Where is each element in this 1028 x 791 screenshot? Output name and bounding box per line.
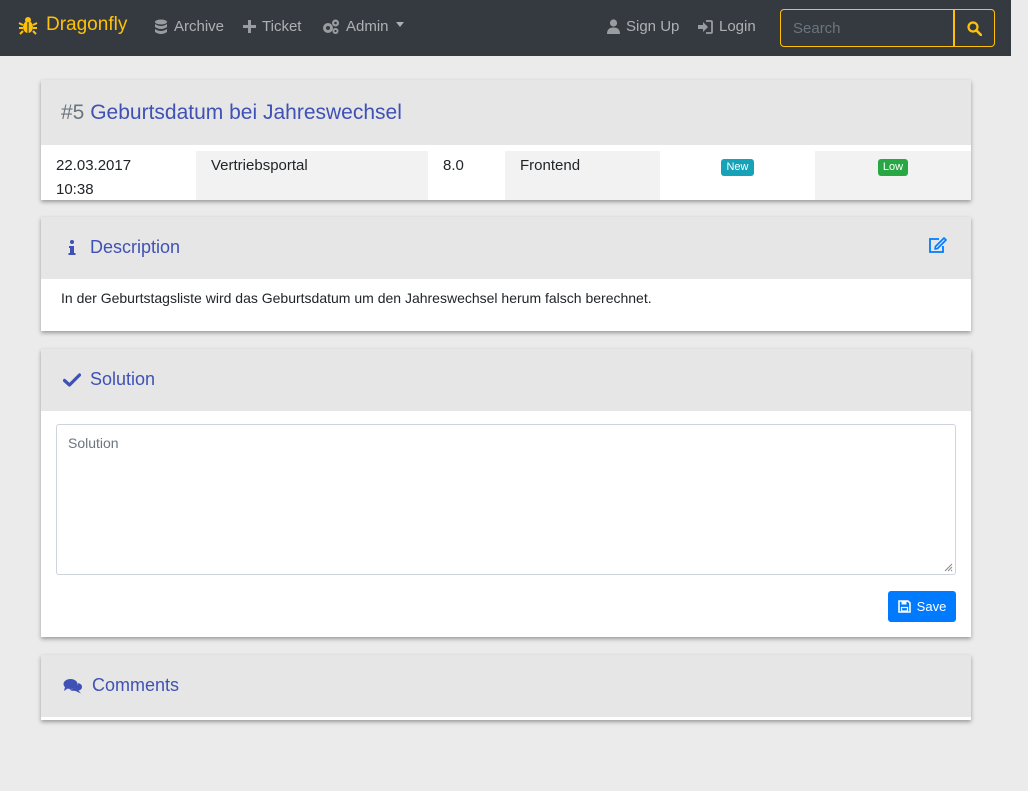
edit-description-button[interactable] (928, 237, 947, 259)
save-icon (897, 600, 911, 613)
status-badge: New (721, 159, 754, 176)
save-button[interactable]: Save (888, 591, 956, 622)
comments-icon (63, 678, 83, 693)
database-icon (155, 19, 167, 34)
comments-card: Comments (41, 655, 971, 720)
navbar: Dragonfly Archive Ticket Admin Sign Up L… (0, 0, 1011, 56)
ticket-title-text: Geburtsdatum bei Jahreswechsel (90, 101, 402, 124)
brand-link[interactable]: Dragonfly (18, 14, 127, 36)
nav-ticket-label: Ticket (262, 18, 302, 35)
description-heading-label: Description (90, 237, 181, 257)
solution-heading-label: Solution (90, 369, 156, 389)
nav-archive[interactable]: Archive (154, 18, 224, 35)
nav-archive-label: Archive (174, 18, 225, 35)
solution-header: Solution (41, 349, 971, 411)
solution-heading: Solution (63, 369, 155, 390)
search-icon (967, 20, 982, 36)
ticket-number: #5 (61, 101, 85, 124)
save-button-label: Save (916, 599, 947, 614)
edit-icon (929, 237, 947, 253)
ticket-time: 10:38 (56, 181, 94, 198)
solution-textarea[interactable] (56, 424, 956, 575)
nav-admin-dropdown[interactable]: Admin (322, 18, 404, 35)
brand-label: Dragonfly (46, 14, 128, 35)
ticket-meta-row: 22.03.2017 10:38 Vertriebsportal 8.0 Fro… (41, 151, 971, 200)
search-input[interactable] (780, 9, 954, 47)
ticket-version: 8.0 (443, 157, 464, 174)
nav-login[interactable]: Login (698, 18, 756, 35)
nav-login-label: Login (719, 18, 756, 35)
check-icon (63, 372, 81, 387)
ticket-date: 22.03.2017 (56, 157, 132, 174)
chevron-down-icon (395, 22, 404, 27)
solution-card: Solution Save (41, 349, 971, 637)
plus-icon (243, 20, 256, 33)
comments-heading: Comments (63, 675, 179, 696)
cogs-icon (323, 19, 339, 34)
nav-signup[interactable]: Sign Up (607, 18, 679, 35)
ticket-project: Vertriebsportal (196, 151, 428, 200)
search-button[interactable] (954, 9, 995, 47)
nav-signup-label: Sign Up (626, 18, 680, 35)
ticket-created: 22.03.2017 10:38 (41, 151, 196, 200)
ticket-card: #5 Geburtsdatum bei Jahreswechsel 22.03.… (41, 80, 971, 200)
description-card: Description In der Geburtstagsliste wird… (41, 217, 971, 331)
ticket-priority-cell: Low (815, 151, 971, 200)
comments-header: Comments (41, 655, 971, 717)
user-icon (607, 19, 620, 34)
priority-badge: Low (877, 159, 909, 176)
sign-in-icon (698, 19, 713, 34)
description-header: Description (41, 217, 971, 279)
bug-icon (18, 17, 38, 35)
ticket-title: #5 Geburtsdatum bei Jahreswechsel (61, 101, 402, 125)
ticket-component: Frontend (505, 151, 660, 200)
comments-heading-label: Comments (92, 675, 180, 695)
description-heading: Description (63, 237, 180, 258)
ticket-status-cell: New (660, 151, 815, 200)
info-icon (68, 239, 76, 255)
ticket-header: #5 Geburtsdatum bei Jahreswechsel (41, 80, 971, 148)
description-text: In der Geburtstagsliste wird das Geburts… (61, 290, 652, 306)
nav-ticket[interactable]: Ticket (243, 18, 301, 35)
resize-grip-icon[interactable] (943, 562, 953, 572)
nav-admin-label: Admin (346, 18, 389, 35)
